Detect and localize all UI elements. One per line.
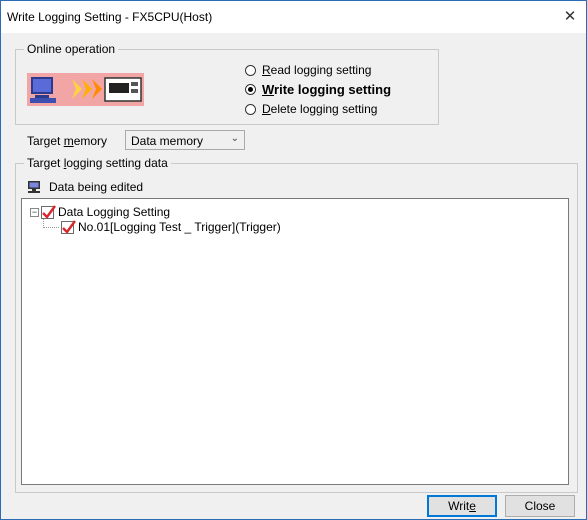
radio-delete-label: Delete logging setting: [262, 102, 378, 116]
radio-delete-indicator[interactable]: [245, 103, 256, 115]
target-memory-value: Data memory: [131, 134, 204, 148]
tree-connector: [43, 227, 59, 229]
radio-delete-logging-setting[interactable]: Delete logging setting: [245, 100, 377, 118]
tree-node-child[interactable]: No.01[Logging Test _ Trigger](Trigger): [61, 219, 281, 235]
radio-write-label: Write logging setting: [262, 81, 392, 97]
tree-node-root-label: Data Logging Setting: [58, 205, 171, 219]
radio-read-indicator[interactable]: [245, 64, 256, 76]
radio-write-indicator[interactable]: [245, 83, 256, 95]
expander-icon[interactable]: −: [30, 207, 39, 217]
radio-read-label: Read logging setting: [262, 63, 372, 77]
tree-node-child-label: No.01[Logging Test _ Trigger](Trigger): [78, 220, 281, 234]
computer-icon: [27, 180, 41, 194]
target-logging-label: Target logging setting data: [24, 156, 171, 170]
logging-setting-tree[interactable]: − Data Logging Setting No.01[Logging Tes…: [21, 198, 569, 485]
dialog-window: Write Logging Setting - FX5CPU(Host) ✕ O…: [0, 0, 587, 520]
root-checkbox[interactable]: [41, 204, 56, 219]
tree-node-root[interactable]: − Data Logging Setting: [30, 204, 170, 220]
radio-write-logging-setting[interactable]: Write logging setting: [245, 80, 391, 98]
close-button[interactable]: Close: [505, 495, 575, 517]
chevron-down-icon: ⌄: [230, 133, 239, 144]
window-title: Write Logging Setting - FX5CPU(Host): [7, 10, 213, 24]
close-icon[interactable]: ✕: [560, 7, 580, 27]
pc-to-plc-icon: [27, 73, 144, 106]
target-memory-label: Target memory: [27, 134, 108, 148]
child-checkbox[interactable]: [61, 219, 76, 234]
online-operation-label: Online operation: [24, 42, 119, 56]
target-memory-select[interactable]: Data memory ⌄: [125, 130, 245, 150]
radio-read-logging-setting[interactable]: Read logging setting: [245, 61, 371, 79]
write-button[interactable]: Write: [427, 495, 497, 517]
data-being-edited-row: Data being edited: [27, 179, 143, 195]
data-being-edited-text: Data being edited: [49, 180, 144, 194]
title-bar: Write Logging Setting - FX5CPU(Host) ✕: [1, 1, 586, 33]
